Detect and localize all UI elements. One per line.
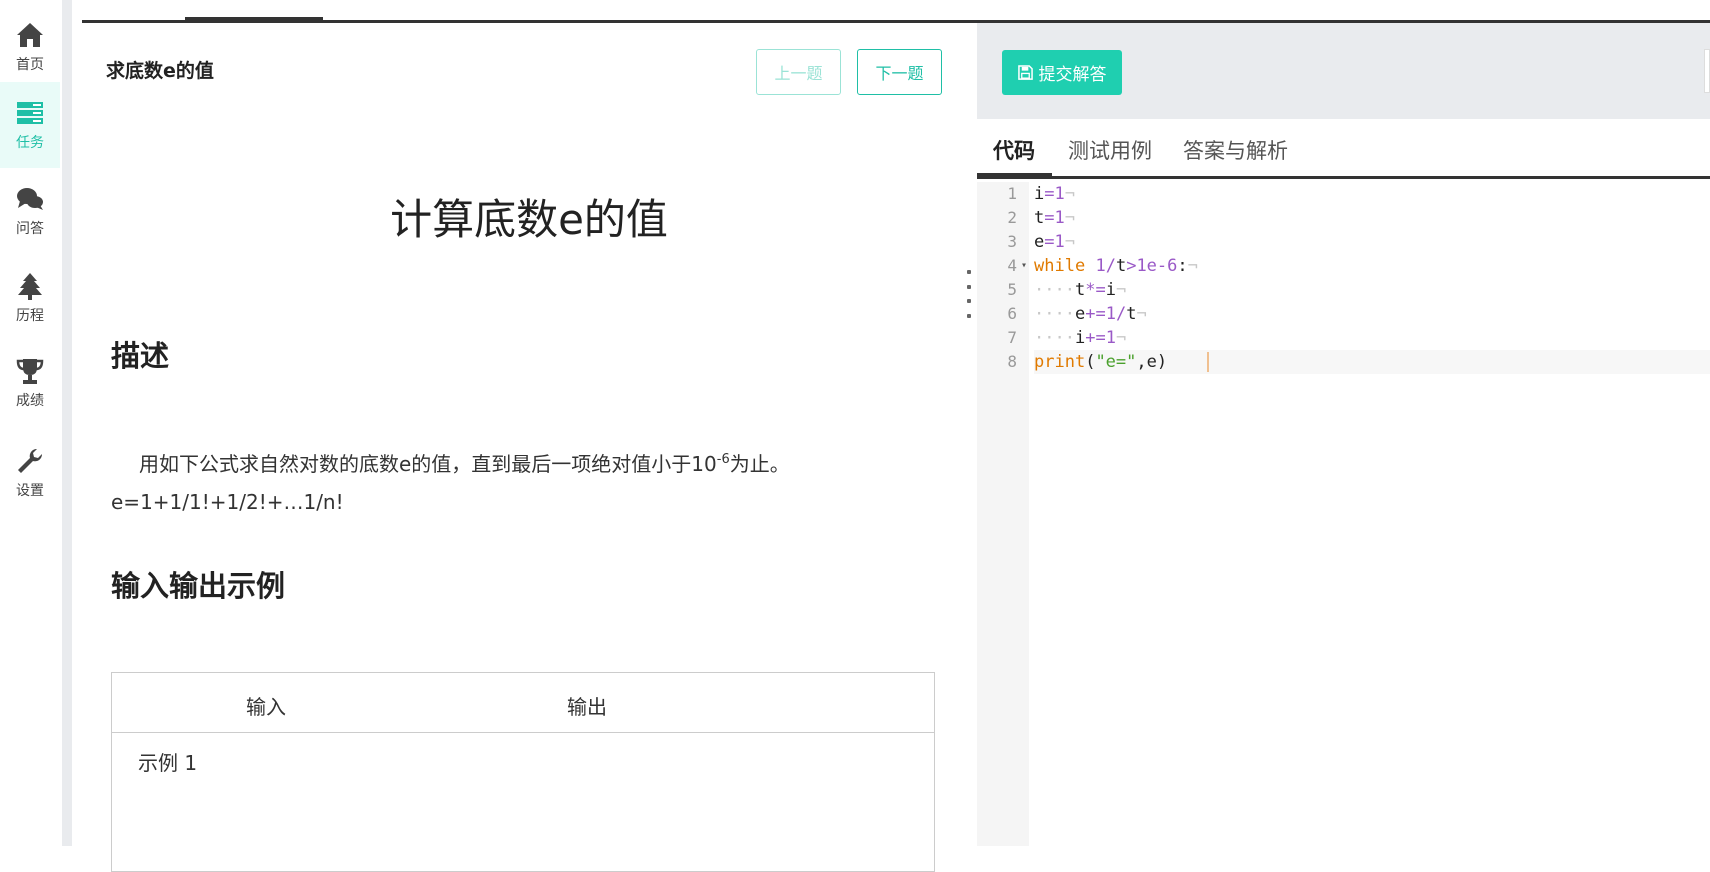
editor-tabs: 代码 测试用例 答案与解析 [977, 119, 1710, 179]
chat-icon [17, 188, 43, 210]
code-line: t=1¬ [1034, 208, 1075, 228]
description-line-b: 为止。 [729, 452, 790, 476]
io-example-heading: 输入输出示例 [111, 569, 286, 603]
code-line: while 1/t>1e-6:¬ [1034, 256, 1198, 276]
description-formula: e=1+1/1!+1/2!+…1/n! [111, 490, 344, 514]
active-tab-indicator [977, 173, 1052, 179]
line-number: 1 [1007, 184, 1017, 203]
io-example-table: 输入 输出 示例 1 [111, 672, 935, 872]
problem-heading: 计算底数e的值 [390, 195, 668, 244]
nav-rail: 首页 任务 问答 历程 成绩 设置 [0, 0, 62, 846]
line-number: 2 [1007, 208, 1017, 227]
nav-label-home: 首页 [16, 57, 44, 73]
nav-item-settings[interactable]: 设置 [0, 430, 60, 516]
description-exponent: -6 [716, 452, 730, 467]
nav-label-qa: 问答 [16, 221, 44, 237]
rail-divider [62, 0, 72, 846]
nav-item-tasks[interactable]: 任务 [0, 82, 60, 168]
code-line: ····t*=i¬ [1034, 280, 1127, 300]
nav-item-home[interactable]: 首页 [0, 4, 60, 90]
description-heading: 描述 [111, 339, 170, 373]
top-tab-indicator [185, 17, 323, 21]
save-icon [1017, 65, 1033, 80]
home-icon [17, 23, 43, 47]
next-problem-button[interactable]: 下一题 [857, 49, 942, 95]
code-line: e=1¬ [1034, 232, 1075, 252]
submit-answer-button[interactable]: 提交解答 [1002, 50, 1122, 95]
nav-label-history: 历程 [16, 308, 44, 324]
prev-problem-button[interactable]: 上一题 [756, 49, 841, 95]
io-table-header: 输入 输出 [112, 673, 934, 733]
tab-test-cases[interactable]: 测试用例 [1068, 135, 1152, 165]
tasks-icon [17, 102, 43, 124]
nav-label-settings: 设置 [16, 483, 44, 499]
io-col-input: 输入 [246, 695, 286, 719]
table-row: 示例 1 [112, 733, 934, 813]
tab-answer-analysis[interactable]: 答案与解析 [1183, 135, 1288, 165]
code-editor[interactable]: i=1¬ t=1¬ e=1¬ while 1/t>1e-6:¬ ····t*=i… [1034, 182, 1710, 846]
nav-item-qa[interactable]: 问答 [0, 168, 60, 254]
code-line: ····i+=1¬ [1034, 328, 1127, 348]
wrench-icon [18, 448, 43, 473]
line-number: 5 [1007, 280, 1017, 299]
nav-item-scores[interactable]: 成绩 [0, 340, 60, 426]
editor-toolbar: 提交解答 [977, 23, 1710, 119]
text-cursor [1207, 352, 1210, 372]
trophy-icon [16, 359, 44, 384]
line-number: 6 [1007, 304, 1017, 323]
nav-item-history[interactable]: 历程 [0, 255, 60, 341]
tab-code[interactable]: 代码 [993, 135, 1035, 165]
line-number: 3 [1007, 232, 1017, 251]
io-col-output: 输出 [567, 695, 607, 719]
code-line: ····e+=1/t¬ [1034, 304, 1147, 324]
nav-label-scores: 成绩 [16, 393, 44, 409]
line-number-gutter: 1 2 3 4 5 6 7 8 [977, 182, 1029, 846]
line-number: 8 [1007, 352, 1017, 371]
toolbar-edge-control[interactable] [1704, 49, 1710, 93]
code-line: i=1¬ [1034, 184, 1075, 204]
line-number: 7 [1007, 328, 1017, 347]
description-line-a: 用如下公式求自然对数的底数e的值，直到最后一项绝对值小于10 [139, 452, 717, 476]
line-number[interactable]: 4 [977, 254, 1029, 278]
description-text: 用如下公式求自然对数的底数e的值，直到最后一项绝对值小于10-6为止。 e=1+… [111, 441, 931, 521]
example-label: 示例 1 [138, 751, 198, 775]
nav-label-tasks: 任务 [16, 135, 44, 151]
problem-panel: 求底数e的值 上一题 下一题 计算底数e的值 描述 用如下公式求自然对数的底数e… [82, 23, 976, 872]
panel-resize-handle[interactable] [967, 270, 975, 318]
tree-icon [18, 273, 42, 300]
code-line: print("e=",e) [1034, 350, 1710, 374]
problem-title: 求底数e的值 [106, 60, 214, 82]
submit-answer-label: 提交解答 [1038, 65, 1107, 85]
